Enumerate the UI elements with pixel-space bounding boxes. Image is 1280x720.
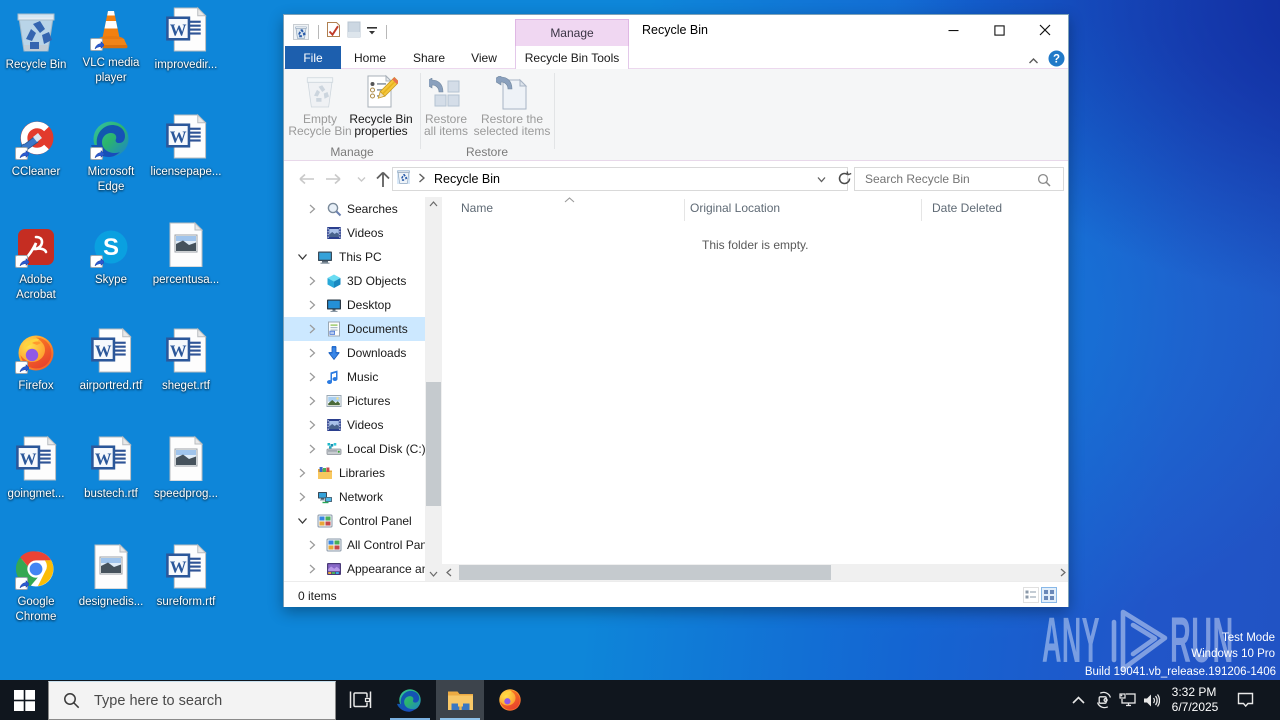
svg-text:?: ?: [1053, 54, 1060, 66]
